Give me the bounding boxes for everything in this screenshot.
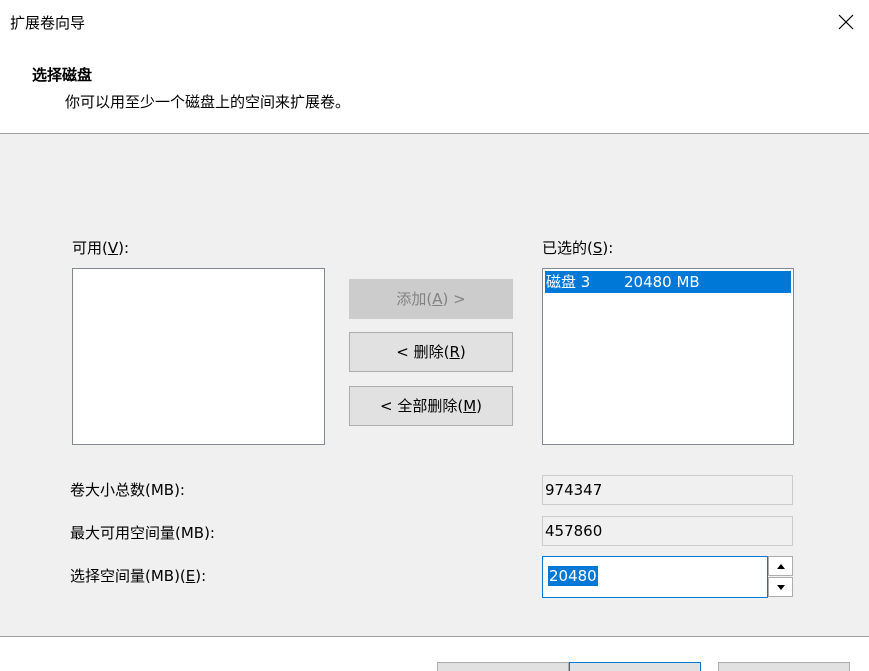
close-icon xyxy=(838,14,854,30)
selected-label: 已选的(S): xyxy=(542,237,613,258)
spin-up-button[interactable] xyxy=(768,556,793,576)
remove-all-button[interactable]: < 全部删除(M) xyxy=(349,386,513,426)
list-item-disk-name: 磁盘 3 xyxy=(546,273,591,291)
add-button-text: 添加( xyxy=(396,290,433,308)
remove-button[interactable]: < 删除(R) xyxy=(349,332,513,372)
spin-down-icon xyxy=(776,584,785,590)
max-available-value: 457860 xyxy=(542,516,793,546)
select-amount-label: 选择空间量(MB)(E): xyxy=(70,565,206,586)
remove-all-button-hotkey: M xyxy=(463,397,477,415)
add-button-hotkey: A xyxy=(432,290,443,308)
close-button[interactable] xyxy=(832,8,860,36)
total-size-value: 974347 xyxy=(542,475,793,505)
add-button[interactable]: 添加(A) > xyxy=(349,279,513,319)
page-title: 选择磁盘 xyxy=(32,66,93,84)
remove-all-button-text-end: ) xyxy=(476,397,482,415)
select-amount-label-end: ): xyxy=(195,567,207,585)
select-amount-hotkey: E xyxy=(185,567,196,585)
available-label: 可用(V): xyxy=(72,237,129,258)
list-item-disk-size: 20480 MB xyxy=(624,273,700,291)
selected-disks-list[interactable]: 磁盘 3 20480 MB xyxy=(542,268,794,445)
cancel-button[interactable] xyxy=(718,662,850,671)
remove-button-text-end: ) xyxy=(459,343,466,361)
selected-label-text: 已选的( xyxy=(542,239,593,257)
available-label-end: ): xyxy=(118,239,130,257)
remove-button-text: < 删除( xyxy=(396,343,450,361)
window-title: 扩展卷向导 xyxy=(10,14,86,32)
available-label-text: 可用( xyxy=(72,239,108,257)
remove-all-button-text: < 全部删除( xyxy=(379,397,464,415)
max-available-label: 最大可用空间量(MB): xyxy=(70,524,215,542)
available-hotkey: V xyxy=(107,239,119,257)
select-amount-label-text: 选择空间量(MB)( xyxy=(70,567,186,585)
page-description: 你可以用至少一个磁盘上的空间来扩展卷。 xyxy=(65,93,351,111)
spin-up-icon xyxy=(776,563,785,569)
total-size-label: 卷大小总数(MB): xyxy=(70,481,185,499)
selected-label-end: ): xyxy=(602,239,614,257)
remove-button-hotkey: R xyxy=(449,343,460,361)
add-button-text-end: ) > xyxy=(442,290,466,308)
select-amount-value: 20480 xyxy=(548,566,598,586)
extend-volume-wizard-window: 扩展卷向导 选择磁盘 你可以用至少一个磁盘上的空间来扩展卷。 可用(V): 添加… xyxy=(0,0,869,671)
list-item-disk-3[interactable]: 磁盘 3 20480 MB xyxy=(545,271,791,293)
spin-down-button[interactable] xyxy=(768,577,793,597)
select-amount-input[interactable]: 20480 xyxy=(542,556,768,598)
available-disks-list[interactable] xyxy=(72,268,325,445)
next-button[interactable] xyxy=(569,662,701,671)
back-button[interactable] xyxy=(437,662,569,671)
selected-hotkey: S xyxy=(592,239,603,257)
